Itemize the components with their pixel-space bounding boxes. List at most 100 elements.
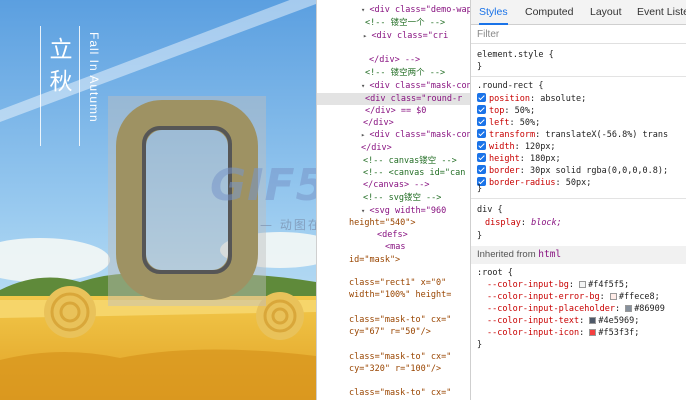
color-swatch-icon[interactable]: [625, 305, 633, 312]
dom-node-line[interactable]: [317, 375, 357, 387]
declaration-transform[interactable]: transform: translateX(-56.8%) trans: [477, 129, 668, 140]
dom-node-text: cy="320" r="100"/>: [349, 364, 442, 374]
tab-layout[interactable]: Layout: [590, 0, 622, 25]
dom-node-line[interactable]: <!-- svg镂空 -->: [317, 192, 441, 204]
dom-node-line[interactable]: class="mask-to" cx=": [317, 314, 451, 326]
declaration-css-variable[interactable]: --color-input-error-bg: #ffece8;: [487, 292, 660, 303]
dom-node-line[interactable]: id="mask">: [317, 254, 400, 266]
property-value[interactable]: #f4f5f5;: [588, 280, 629, 290]
dom-node-line[interactable]: </div> == $0: [317, 105, 426, 117]
dom-node-line[interactable]: cy="67" r="50"/>: [317, 326, 431, 338]
dom-node-text: <div class="round-r: [365, 94, 463, 104]
dom-node-line[interactable]: [317, 338, 357, 350]
dom-node-text: cy="67" r="50"/>: [349, 327, 431, 337]
elements-panel: ... ▾ <div class="demo-wappe<!-- 镂空一个 --…: [316, 0, 470, 400]
property-value[interactable]: 180px;: [530, 154, 561, 164]
declaration-css-variable[interactable]: --color-input-bg: #f4f5f5;: [487, 280, 629, 291]
declaration-css-variable[interactable]: --color-input-icon: #f53f3f;: [487, 328, 639, 339]
property-name: border: [489, 166, 520, 176]
declaration-display[interactable]: display: block;: [485, 218, 562, 229]
dom-node-line[interactable]: cy="320" r="100"/>: [317, 363, 442, 375]
dom-node-text: <div class="mask-con: [369, 81, 470, 91]
declaration-width[interactable]: width: 120px;: [477, 141, 556, 152]
dom-node-line[interactable]: </div>: [317, 117, 394, 129]
dom-node-text: <div class="cri: [371, 31, 449, 41]
declaration-height[interactable]: height: 180px;: [477, 153, 561, 164]
checkbox-icon[interactable]: [477, 117, 486, 126]
selector-round-rect: .round-rect {: [477, 81, 544, 91]
property-name: display: [485, 218, 521, 228]
checkbox-icon[interactable]: [477, 165, 486, 174]
dom-node-text: <svg width="960: [369, 206, 447, 216]
dom-node-line[interactable]: ▸ <div class="cri: [317, 30, 448, 42]
selector-div: div {: [477, 205, 503, 215]
dom-node-line[interactable]: <mas: [317, 241, 405, 253]
dom-node-line[interactable]: ▾ <svg width="960: [317, 205, 446, 217]
dom-node-text: </div>: [363, 118, 394, 128]
color-swatch-icon[interactable]: [589, 317, 597, 324]
dom-node-line[interactable]: width="100%" height=: [317, 289, 452, 301]
inherited-label: Inherited from: [477, 249, 536, 260]
tab-event-listeners[interactable]: Event Liste: [637, 0, 686, 25]
property-value[interactable]: translateX(-56.8%) trans: [545, 130, 668, 140]
property-value[interactable]: 50%;: [520, 118, 540, 128]
dom-node-line[interactable]: class="mask-to" cx=": [317, 387, 451, 399]
declaration-top[interactable]: top: 50%;: [477, 105, 535, 116]
checkbox-icon[interactable]: [477, 141, 486, 150]
dom-node-line[interactable]: </div> -->: [317, 54, 420, 66]
dom-node-line[interactable]: ▾ <div class="mask-con: [317, 80, 470, 92]
dom-node-line[interactable]: height="540">: [317, 217, 416, 229]
tab-styles[interactable]: Styles: [479, 0, 508, 25]
close-brace: }: [477, 231, 483, 241]
checkbox-icon[interactable]: [477, 105, 486, 114]
dom-node-line[interactable]: [317, 302, 357, 314]
property-value[interactable]: 50%;: [515, 106, 535, 116]
dom-node-text: width="100%" height=: [349, 290, 452, 300]
property-value[interactable]: #4e5969;: [598, 316, 639, 326]
dom-node-line[interactable]: </div>: [317, 142, 392, 154]
declaration-border[interactable]: border: 30px solid rgba(0,0,0,0.8);: [477, 165, 668, 176]
color-swatch-icon[interactable]: [589, 329, 597, 336]
property-name: border-radius: [489, 178, 556, 188]
checkbox-icon[interactable]: [477, 129, 486, 138]
dom-node-line[interactable]: ▾ <div class="demo-wappe: [317, 4, 470, 16]
dom-node-text: </div>: [361, 143, 392, 153]
dom-node-line[interactable]: <!-- <canvas id="can: [317, 167, 465, 179]
dom-node-line[interactable]: <!-- 镂空一个 -->: [317, 17, 445, 29]
property-name: position: [489, 94, 530, 104]
declaration-position[interactable]: position: absolute;: [477, 93, 586, 104]
dom-node-line[interactable]: <!-- 镂空两个 -->: [317, 67, 445, 79]
dom-node-text: <div class="demo-wappe: [369, 5, 470, 15]
property-value[interactable]: #ffece8;: [619, 292, 660, 302]
inherited-tag[interactable]: html: [538, 249, 561, 260]
declaration-css-variable[interactable]: --color-input-placeholder: #86909: [487, 304, 665, 315]
property-value[interactable]: absolute;: [540, 94, 586, 104]
property-value[interactable]: #f53f3f;: [598, 328, 639, 338]
filter-input[interactable]: Filter: [471, 25, 686, 44]
dom-node-line[interactable]: class="mask-to" cx=": [317, 351, 451, 363]
dom-node-line[interactable]: <!-- canvas镂空 -->: [317, 155, 457, 167]
dom-node-selected[interactable]: <div class="round-r: [317, 93, 470, 105]
property-name: --color-input-placeholder: [487, 304, 615, 314]
tab-computed[interactable]: Computed: [525, 0, 573, 25]
color-swatch-icon[interactable]: [609, 293, 617, 300]
color-swatch-icon[interactable]: [579, 281, 587, 288]
dom-node-line[interactable]: ▸ <div class="mask-con: [317, 129, 470, 141]
property-value[interactable]: 120px;: [525, 142, 556, 152]
declaration-border-radius[interactable]: border-radius: 50px;: [477, 177, 591, 188]
dom-node-line[interactable]: class="rect1" x="0": [317, 277, 446, 289]
dom-node-line[interactable]: <defs>: [317, 229, 408, 241]
checkbox-icon[interactable]: [477, 153, 486, 162]
round-rect-inner-edge: [142, 126, 232, 274]
checkbox-icon[interactable]: [477, 93, 486, 102]
declaration-left[interactable]: left: 50%;: [477, 117, 540, 128]
property-value[interactable]: 30px solid rgba(0,0,0,0.8);: [530, 166, 668, 176]
dom-node-text: <!-- canvas镂空 -->: [363, 156, 457, 166]
property-value[interactable]: #86909: [634, 304, 665, 314]
property-value: block;: [531, 218, 562, 228]
property-name: --color-input-text: [487, 316, 580, 326]
dom-node-line[interactable]: </canvas> -->: [317, 179, 430, 191]
round-rect-element[interactable]: [116, 100, 258, 300]
declaration-css-variable[interactable]: --color-input-text: #4e5969;: [487, 316, 639, 327]
property-value[interactable]: 50px;: [566, 178, 592, 188]
